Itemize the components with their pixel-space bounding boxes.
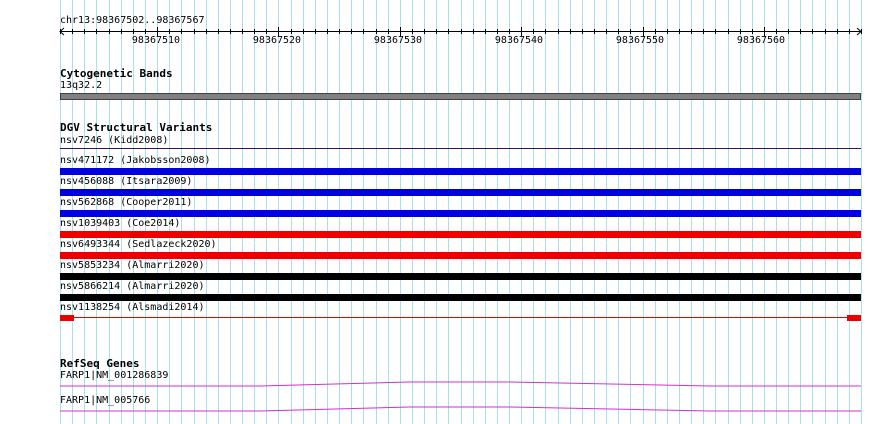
- genome-browser-canvas: chr13:98367502..98367567 98367510 983675…: [0, 0, 890, 424]
- variant-label[interactable]: nsv5866214 (Almarri2020): [60, 281, 205, 293]
- variant-bar[interactable]: [60, 252, 861, 259]
- variant-label[interactable]: nsv562868 (Cooper2011): [60, 197, 192, 209]
- variant-label[interactable]: nsv5853234 (Almarri2020): [60, 260, 205, 272]
- variant-bar[interactable]: [60, 231, 861, 238]
- variant-bar[interactable]: [60, 294, 861, 301]
- variant-label[interactable]: nsv1138254 (Alsmadi2014): [60, 302, 205, 314]
- variant-bar[interactable]: [60, 317, 861, 318]
- variant-label[interactable]: nsv7246 (Kidd2008): [60, 135, 168, 147]
- variant-bar[interactable]: [60, 273, 861, 280]
- cytoband-track-title[interactable]: Cytogenetic Bands: [60, 67, 173, 80]
- variant-label[interactable]: nsv471172 (Jakobsson2008): [60, 155, 211, 167]
- variant-bar[interactable]: [60, 168, 861, 175]
- gene-label[interactable]: FARP1|NM_001286839: [60, 370, 168, 382]
- variant-end-block[interactable]: [847, 315, 861, 321]
- ruler-tick-label: 98367540: [494, 35, 544, 46]
- ruler-tick-label: 98367550: [615, 35, 665, 46]
- ruler-tick-label: 98367510: [131, 35, 181, 46]
- ruler-position-label: chr13:98367502..98367567: [60, 15, 205, 26]
- variant-bar[interactable]: [60, 210, 861, 217]
- variant-label[interactable]: nsv6493344 (Sedlazeck2020): [60, 239, 217, 251]
- ruler-tick-label: 98367560: [736, 35, 786, 46]
- refseq-track-title[interactable]: RefSeq Genes: [60, 357, 139, 370]
- variant-label[interactable]: nsv456088 (Itsara2009): [60, 176, 192, 188]
- dgv-track-title[interactable]: DGV Structural Variants: [60, 121, 212, 134]
- variant-bar[interactable]: [60, 148, 861, 149]
- variant-bar[interactable]: [60, 189, 861, 196]
- ruler-tick-label: 98367530: [373, 35, 423, 46]
- variant-label[interactable]: nsv1039403 (Coe2014): [60, 218, 180, 230]
- variant-end-block[interactable]: [60, 315, 74, 321]
- cytoband-bar[interactable]: [60, 93, 861, 100]
- gene-label[interactable]: FARP1|NM_005766: [60, 395, 150, 407]
- cytoband-label: 13q32.2: [60, 80, 103, 91]
- ruler-tick-label: 98367520: [252, 35, 302, 46]
